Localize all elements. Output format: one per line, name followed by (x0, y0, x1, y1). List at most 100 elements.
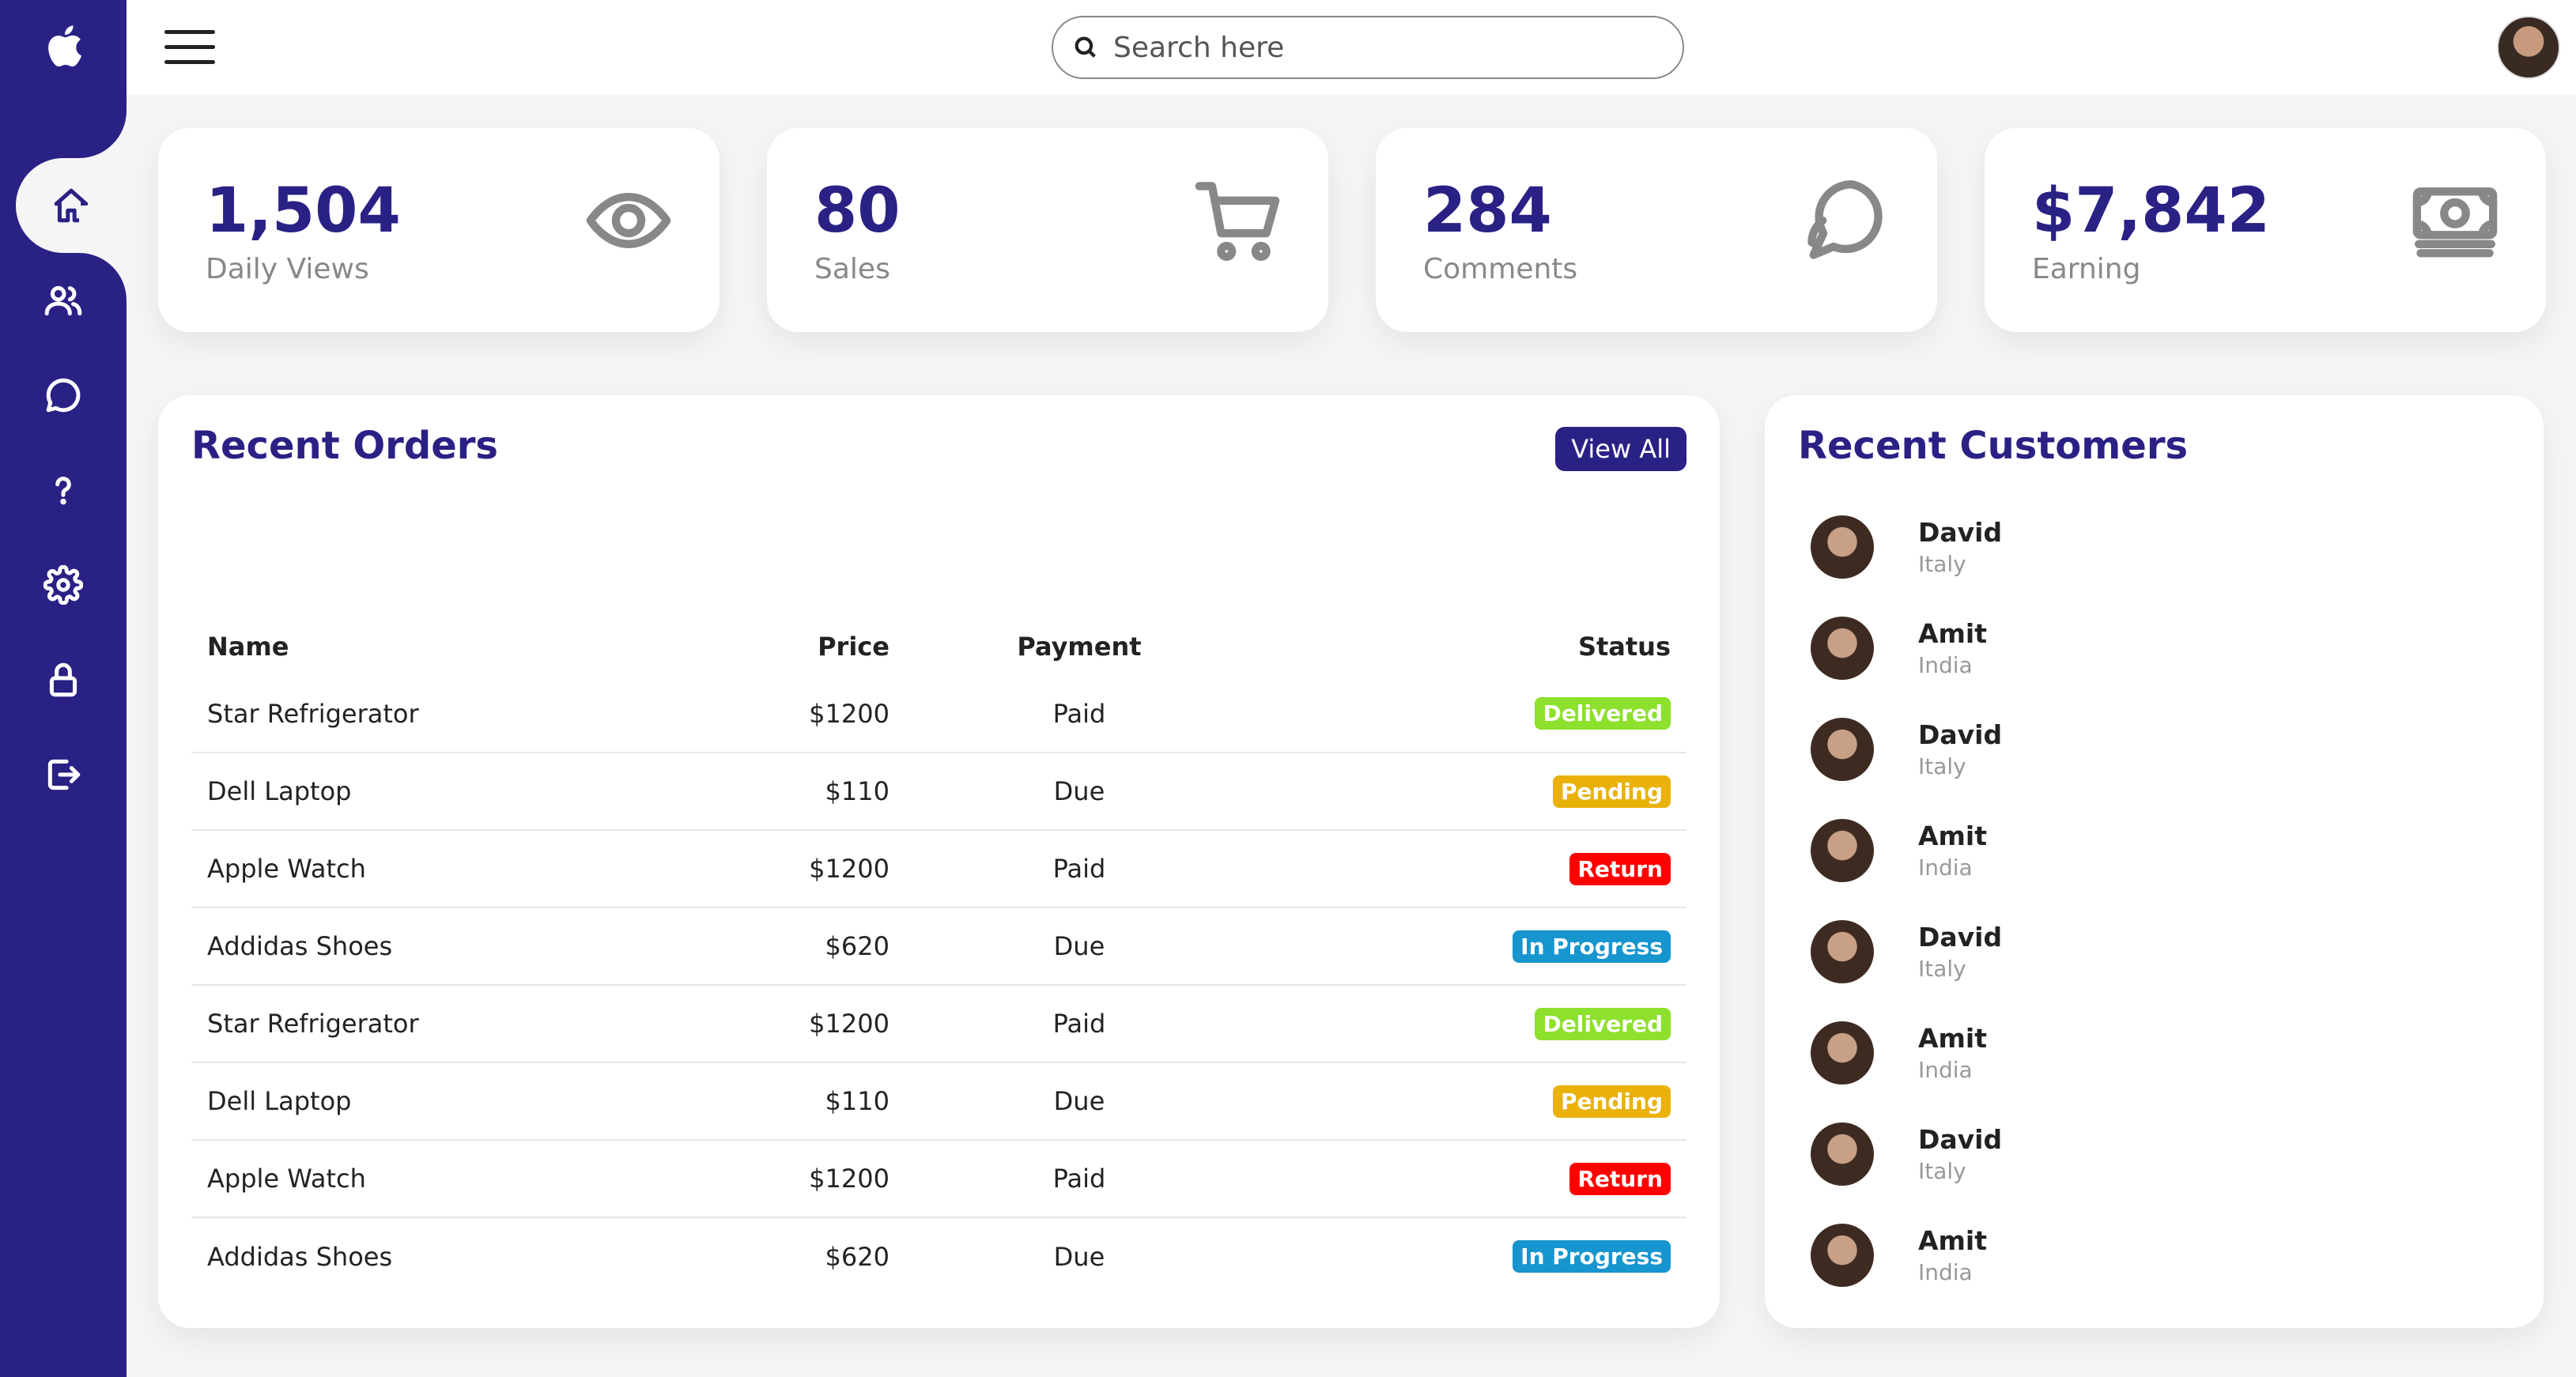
avatar (1811, 617, 1874, 680)
card-sales[interactable]: 80 Sales (767, 128, 1328, 332)
customer-info: David Italy (1918, 922, 2002, 982)
hamburger-line (164, 45, 215, 49)
sidebar (0, 0, 127, 1377)
list-item[interactable]: Amit India (1811, 1002, 2506, 1103)
order-price: $620 (825, 1241, 890, 1272)
table-row[interactable]: Dell Laptop $110 Due Pending (191, 753, 1686, 831)
customer-name: Amit (1918, 1225, 1988, 1256)
sidebar-item-signout[interactable] (0, 727, 127, 822)
view-all-button[interactable]: View All (1555, 427, 1686, 471)
table-row[interactable]: Addidas Shoes $620 Due In Progress (191, 1217, 1686, 1295)
order-status-cell: Pending (1252, 1062, 1686, 1141)
search-input[interactable] (1113, 31, 1651, 64)
order-name: Dell Laptop (191, 753, 747, 831)
card-label: Comments (1423, 253, 1578, 285)
orders-table-body: Star Refrigerator $1200 Paid Delivered Dell … (191, 675, 1686, 1295)
status-badge: Delivered (1535, 1007, 1671, 1040)
card-value: $7,842 (2032, 175, 2270, 247)
hamburger-line (164, 30, 215, 34)
order-status-cell: In Progress (1252, 907, 1686, 986)
list-item[interactable]: David Italy (1811, 1103, 2506, 1205)
card-daily-views[interactable]: 1,504 Daily Views (158, 128, 720, 332)
cart-icon (1194, 177, 1281, 264)
sidebar-curve (79, 111, 127, 158)
order-payment: Due (905, 1062, 1253, 1141)
customer-info: Amit India (1918, 1023, 1987, 1083)
order-price: $1200 (746, 1140, 905, 1218)
sidebar-item-dashboard[interactable] (16, 158, 127, 253)
table-row[interactable]: Dell Laptop $110 Due Pending (191, 1062, 1686, 1141)
list-item[interactable]: Amit India (1811, 800, 2506, 901)
apple-logo-icon[interactable] (0, 0, 127, 91)
customer-country: India (1918, 1057, 1973, 1083)
order-status-cell: Return (1252, 830, 1686, 908)
table-row[interactable]: Apple Watch $1200 Paid Return (191, 830, 1686, 908)
list-item[interactable]: David Italy (1811, 496, 2506, 598)
order-status-cell: In Progress (1253, 1217, 1686, 1295)
sidebar-item-customers[interactable] (0, 253, 127, 348)
status-badge: Return (1569, 852, 1671, 885)
comment-icon (1803, 177, 1890, 264)
card-value: 80 (814, 175, 901, 247)
sidebar-item-messages[interactable] (0, 348, 127, 443)
eye-icon (585, 177, 672, 264)
avatar (1811, 1224, 1874, 1287)
card-comments[interactable]: 284 Comments (1376, 128, 1937, 332)
customer-country: Italy (1918, 956, 1966, 982)
column-header-name: Name (207, 632, 289, 662)
order-status-cell: Return (1252, 1140, 1686, 1218)
recent-orders-panel: Recent Orders View All Name Price Paymen… (158, 395, 1720, 1328)
sidebar-item-password[interactable] (0, 632, 127, 727)
card-earning[interactable]: $7,842 Earning (1985, 128, 2546, 332)
customer-country: India (1918, 652, 1973, 678)
column-header-status: Status (1577, 632, 1671, 662)
order-price: $1200 (746, 675, 905, 753)
customer-info: Amit India (1918, 618, 1987, 678)
customer-country: Italy (1918, 753, 1966, 779)
status-badge: Pending (1552, 775, 1671, 808)
order-payment: Due (905, 907, 1253, 986)
customer-country: India (1918, 1259, 1973, 1285)
home-icon (54, 188, 89, 223)
hamburger-line (164, 60, 215, 64)
table-row[interactable]: Apple Watch $1200 Paid Return (191, 1140, 1686, 1218)
order-name: Apple Watch (191, 1140, 747, 1218)
list-item[interactable]: David Italy (1811, 699, 2506, 800)
avatar (1811, 515, 1874, 579)
orders-table: Name Price Payment Status Star Refrigera… (191, 618, 1686, 1295)
order-name: Star Refrigerator (191, 675, 747, 753)
list-item[interactable]: David Italy (1811, 901, 2506, 1002)
menu-toggle-button[interactable] (164, 30, 215, 65)
card-label: Daily Views (206, 253, 369, 285)
customer-name: Amit (1918, 1023, 1988, 1054)
search-box[interactable] (1052, 16, 1684, 79)
status-badge: In Progress (1513, 930, 1671, 963)
user-avatar[interactable] (2497, 16, 2560, 79)
table-row[interactable]: Star Refrigerator $1200 Paid Delivered (191, 675, 1686, 753)
sidebar-item-help[interactable] (0, 443, 127, 538)
card-value: 284 (1423, 175, 1552, 247)
column-header-payment: Payment (1017, 632, 1142, 662)
money-icon (2412, 177, 2499, 264)
order-status-cell: Delivered (1252, 985, 1686, 1063)
customer-info: Amit India (1918, 821, 1987, 881)
customer-country: India (1918, 854, 1973, 881)
customer-name: Amit (1918, 618, 1988, 649)
order-name: Apple Watch (191, 830, 747, 908)
help-icon (55, 477, 71, 505)
sidebar-item-settings[interactable] (0, 538, 127, 632)
list-item[interactable]: Amit India (1811, 1205, 2506, 1306)
order-status-cell: Pending (1252, 753, 1686, 831)
customer-list: David Italy Amit India David Italy Amit India Da… (1811, 496, 2506, 1306)
order-status-cell: Delivered (1252, 675, 1686, 753)
customer-info: Amit India (1918, 1225, 1987, 1285)
table-row[interactable]: Star Refrigerator $1200 Paid Delivered (191, 985, 1686, 1063)
customer-name: David (1918, 1124, 2003, 1155)
customer-info: David Italy (1918, 517, 2002, 577)
order-price: $110 (746, 753, 905, 831)
order-payment: Due (1053, 1241, 1105, 1272)
order-price: $1200 (746, 985, 905, 1063)
list-item[interactable]: Amit India (1811, 598, 2506, 699)
table-row[interactable]: Addidas Shoes $620 Due In Progress (191, 907, 1686, 986)
order-name: Dell Laptop (191, 1062, 747, 1141)
